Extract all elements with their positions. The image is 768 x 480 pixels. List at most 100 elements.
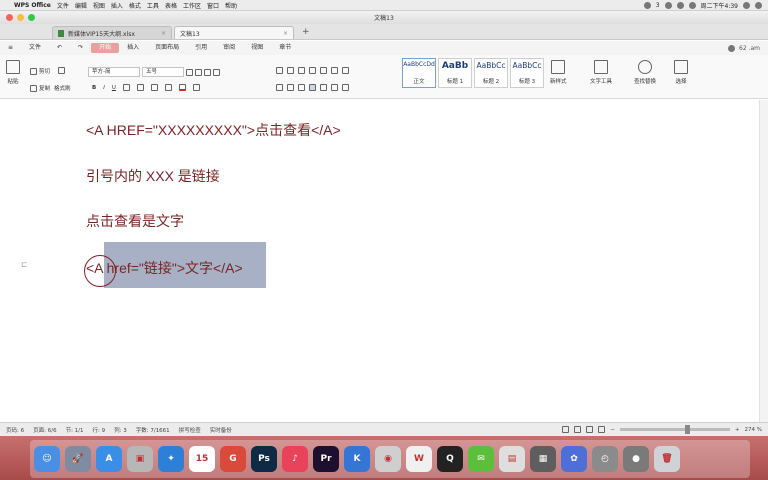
menu-view[interactable]: 视图 [93,1,105,10]
dock-app-qq[interactable]: Q [437,446,463,472]
status-word-count[interactable]: 字数: 7/1661 [136,426,170,434]
cut-button[interactable]: 剪切 [30,67,50,75]
doc-line-2[interactable]: 引号内的 XXX 是链接 [86,166,220,186]
menu-table[interactable]: 表格 [165,1,177,10]
volume-icon[interactable] [676,1,684,9]
numbered-list-icon[interactable] [287,67,294,74]
font-family-select[interactable]: 苹方-简 [88,67,140,77]
highlight-icon[interactable] [164,84,172,91]
tab-spreadsheet[interactable]: 新媒体VIP15天大纲.xlsx × [52,26,172,39]
dock-app-archive[interactable]: ▦ [530,446,556,472]
close-window-icon[interactable] [6,14,13,21]
line-spacing-icon[interactable] [331,84,338,91]
superscript-icon[interactable] [136,84,144,91]
style-heading-2[interactable]: AaBbCc 标题 2 [474,58,508,88]
style-heading-3[interactable]: AaBbCc 标题 3 [510,58,544,88]
dock-app-photoshop[interactable]: Ps [251,446,277,472]
menu-window[interactable]: 窗口 [207,1,219,10]
ribbon-tab-chapter[interactable]: 章节 [271,43,299,53]
menu-help[interactable]: 帮助 [225,1,237,10]
shrink-font-icon[interactable] [195,68,202,76]
text-tools-button[interactable]: 文字工具 [590,60,612,85]
dock-app-app-store[interactable]: A [96,446,122,472]
dock-app-baidu[interactable]: ✿ [561,446,587,472]
app-menu[interactable]: WPS Office [14,2,51,9]
decrease-indent-icon[interactable] [298,67,305,74]
wifi-icon[interactable] [664,1,672,9]
dock-app-keynote[interactable]: K [344,446,370,472]
ribbon-tab-view[interactable]: 视图 [243,43,271,53]
battery-icon[interactable] [688,1,696,9]
backup-toggle[interactable]: 实时备份 [210,426,232,434]
account-icon[interactable] [728,44,736,52]
paste-button[interactable]: 粘贴 [6,60,20,85]
zoom-in-button[interactable]: + [735,427,740,433]
outline-view-icon[interactable] [574,426,582,433]
paragraph-handle-icon[interactable]: ⊏ [21,260,28,269]
distribute-icon[interactable] [320,84,327,91]
dock-app-downloads[interactable]: ● [623,446,649,472]
spotlight-icon[interactable] [743,1,750,9]
find-replace-button[interactable]: 查找替换 [634,60,656,85]
menu-insert[interactable]: 插入 [111,1,123,10]
menu-file[interactable]: 文件 [57,1,69,10]
strikethrough-icon[interactable] [122,84,130,91]
zoom-out-button[interactable]: − [610,427,615,433]
dock-app-wechat[interactable]: ✉ [468,446,494,472]
vertical-scrollbar[interactable] [759,100,768,422]
status-icon[interactable] [643,1,651,9]
menu-workspace[interactable]: 工作区 [183,1,201,10]
shading-icon[interactable] [342,84,349,91]
grow-font-icon[interactable] [186,68,193,76]
borders-icon[interactable] [342,67,349,74]
phonetic-icon[interactable] [213,68,220,76]
ribbon-tab-file[interactable]: 文件 [21,43,49,53]
format-painter-button[interactable] [58,67,65,74]
zoom-window-icon[interactable] [28,14,35,21]
align-left-icon[interactable] [276,84,283,91]
hamburger-icon[interactable]: ≡ [4,43,21,53]
dock-app-preview[interactable]: ▣ [127,446,153,472]
dock-app-premiere[interactable]: Pr [313,446,339,472]
menu-edit[interactable]: 编辑 [75,1,87,10]
style-normal[interactable]: AaBbCcDd 正文 [402,58,436,88]
reading-view-icon[interactable] [598,426,606,433]
new-tab-button[interactable]: + [296,26,316,39]
dock-app-chrome[interactable]: ◉ [375,446,401,472]
char-border-icon[interactable] [192,84,200,91]
menu-format[interactable]: 格式 [129,1,141,10]
ribbon-tab-home[interactable]: 开始 [91,43,120,53]
format-painter-label-wrap[interactable]: 格式刷 [54,84,71,92]
doc-line-1[interactable]: <A HREF="XXXXXXXXX">点击查看</A> [86,120,341,140]
sort-icon[interactable] [320,67,327,74]
dock-app-music[interactable]: ♪ [282,446,308,472]
style-heading-1[interactable]: AaBb 标题 1 [438,58,472,88]
spell-check-toggle[interactable]: 拼写检查 [179,426,201,434]
redo-icon[interactable]: ↷ [70,43,91,53]
dock-app-calendar[interactable]: 15 [189,446,215,472]
dock-app-pdf[interactable]: G [220,446,246,472]
ribbon-tab-page-layout[interactable]: 页面布局 [147,43,187,53]
document-canvas[interactable]: <A HREF="XXXXXXXXX">点击查看</A> 引号内的 XXX 是链… [0,100,768,422]
ribbon-tab-insert[interactable]: 插入 [119,43,147,53]
dock-app-word[interactable]: W [406,446,432,472]
dock-app-safari[interactable]: ✦ [158,446,184,472]
clear-format-icon[interactable] [204,68,211,76]
show-marks-icon[interactable] [331,67,338,74]
close-tab-icon[interactable]: × [283,30,288,37]
clock[interactable]: 周二下午4:39 [701,1,738,10]
dock-app-notes[interactable]: ▤ [499,446,525,472]
doc-line-3[interactable]: 点击查看是文字 [86,211,184,231]
zoom-slider-knob[interactable] [685,425,690,434]
font-color-icon[interactable] [178,84,186,91]
bold-button[interactable]: B [92,85,96,91]
new-style-button[interactable]: 新样式 [550,60,567,85]
close-tab-icon[interactable]: × [161,30,166,37]
align-right-icon[interactable] [298,84,305,91]
select-button[interactable]: 选择 [674,60,688,85]
notification-center-icon[interactable] [755,1,762,9]
font-size-select[interactable]: 五号 [142,67,184,77]
italic-button[interactable]: I [103,85,105,91]
zoom-level[interactable]: 274 % [745,427,762,433]
subscript-icon[interactable] [150,84,158,91]
